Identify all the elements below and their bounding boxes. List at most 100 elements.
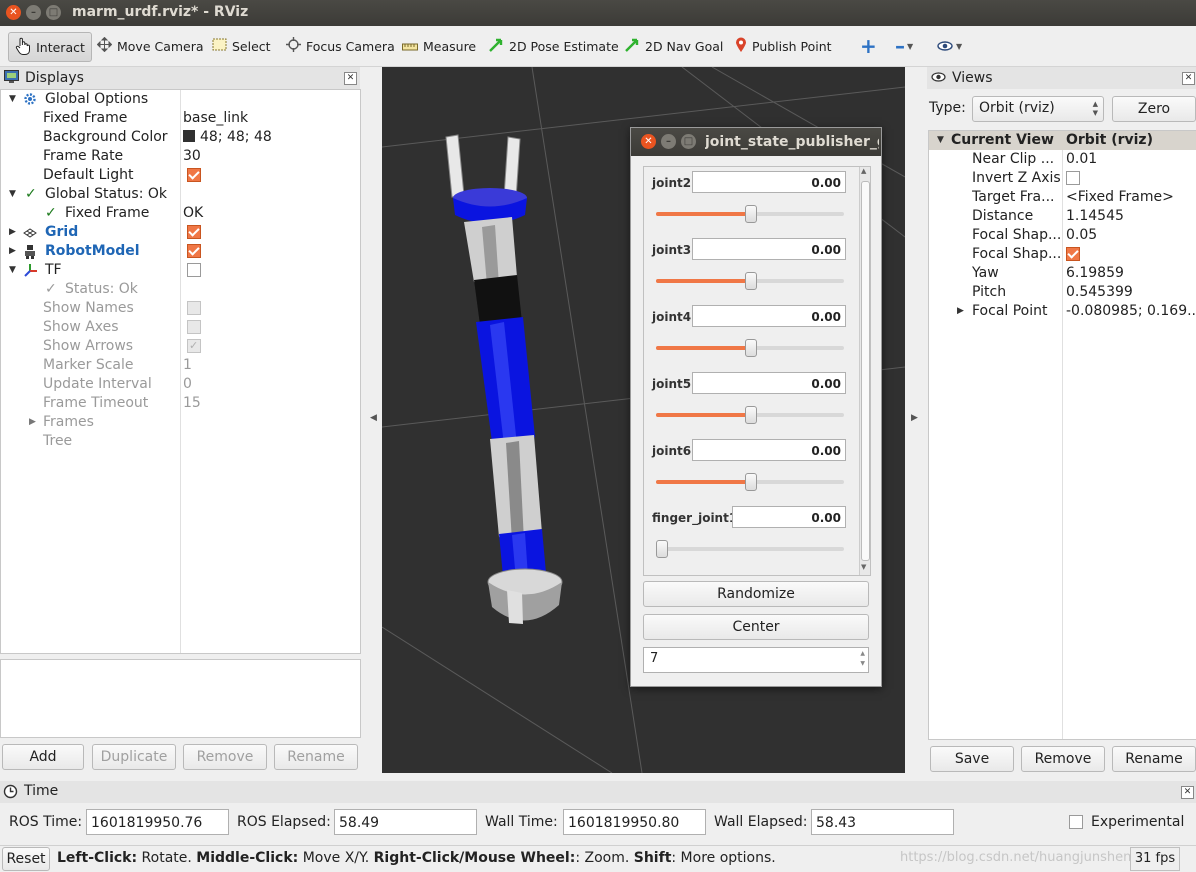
move-camera-tool-button[interactable]: Move Camera xyxy=(96,32,204,60)
interact-tool-button[interactable]: Interact xyxy=(8,32,92,62)
tree-row-global-options[interactable]: ▼ Global Options xyxy=(1,90,360,109)
expand-right-icon[interactable]: ▶ xyxy=(9,223,16,242)
joint-slider[interactable] xyxy=(656,406,844,424)
view-property-value[interactable]: <Fixed Frame> xyxy=(1066,188,1196,207)
view-property-value[interactable]: 1.14545 xyxy=(1066,207,1196,226)
expand-down-icon[interactable]: ▼ xyxy=(9,261,16,280)
tree-row-global-status[interactable]: ▼ ✓ Global Status: Ok xyxy=(1,185,360,204)
slider-handle[interactable] xyxy=(745,272,757,290)
tree-row-frames[interactable]: ▶ Frames xyxy=(1,413,360,432)
center-button[interactable]: Center xyxy=(643,614,869,640)
nav-goal-tool-button[interactable]: 2D Nav Goal xyxy=(625,32,723,60)
joint-value-field[interactable]: 0.00 xyxy=(692,305,846,327)
minimize-window-icon[interactable]: – xyxy=(26,5,41,20)
view-property-row[interactable]: Invert Z Axis xyxy=(929,169,1196,188)
joint-slider[interactable] xyxy=(656,473,844,491)
rename-view-button[interactable]: Rename xyxy=(1112,746,1196,772)
rename-display-button[interactable]: Rename xyxy=(274,744,358,770)
publish-point-tool-button[interactable]: Publish Point xyxy=(735,32,832,60)
robot-model-checkbox[interactable] xyxy=(187,244,201,258)
joint-slider[interactable] xyxy=(656,540,844,558)
tree-row-show-arrows[interactable]: Show Arrows ✓ xyxy=(1,337,360,356)
joint-slider[interactable] xyxy=(656,272,844,290)
experimental-checkbox[interactable] xyxy=(1069,815,1083,829)
scroll-thumb[interactable] xyxy=(861,181,870,561)
view-property-checkbox[interactable] xyxy=(1066,171,1080,185)
tree-row-tree[interactable]: Tree xyxy=(1,432,360,451)
joint-list-scrollbar[interactable]: ▲ ▼ xyxy=(859,167,870,575)
frame-rate-value[interactable]: 30 xyxy=(183,147,201,166)
collapse-right-icon[interactable]: ▶ xyxy=(911,413,918,423)
joint-slider[interactable] xyxy=(656,205,844,223)
remove-tool-button[interactable]: – ▼ xyxy=(895,32,913,60)
minimize-window-icon[interactable]: – xyxy=(661,134,676,149)
expand-down-icon[interactable]: ▼ xyxy=(9,185,16,204)
wall-time-field[interactable]: 1601819950.80 xyxy=(563,809,706,835)
joint-list[interactable]: joint2 0.00 joint3 0.00 joint4 0.00 joint5 0.00… xyxy=(643,166,871,576)
randomize-button[interactable]: Randomize xyxy=(643,581,869,607)
view-type-select[interactable]: Orbit (rviz) ▲ ▼ xyxy=(972,96,1104,122)
expand-right-icon[interactable]: ▶ xyxy=(29,413,36,432)
tree-row-tf[interactable]: ▼ TF xyxy=(1,261,360,280)
view-property-value[interactable]: 6.19859 xyxy=(1066,264,1196,283)
view-property-row[interactable]: Target Fra... <Fixed Frame> xyxy=(929,188,1196,207)
tree-row-frame-rate[interactable]: Frame Rate 30 xyxy=(1,147,360,166)
tf-checkbox[interactable] xyxy=(187,263,201,277)
tree-row-robot-model[interactable]: ▶ RobotModel xyxy=(1,242,360,261)
spin-arrows-icon[interactable]: ▲ ▼ xyxy=(860,649,865,669)
close-panel-icon[interactable]: ✕ xyxy=(1181,786,1194,799)
ros-elapsed-field[interactable]: 58.49 xyxy=(334,809,477,835)
close-window-icon[interactable]: ✕ xyxy=(641,134,656,149)
joint-slider[interactable] xyxy=(656,339,844,357)
view-property-row[interactable]: Near Clip ... 0.01 xyxy=(929,150,1196,169)
view-property-value[interactable]: 0.01 xyxy=(1066,150,1196,169)
ros-time-field[interactable]: 1601819950.76 xyxy=(86,809,229,835)
marker-scale-value[interactable]: 1 xyxy=(183,356,192,375)
close-window-icon[interactable]: ✕ xyxy=(6,5,21,20)
collapse-left-icon[interactable]: ◀ xyxy=(370,413,377,423)
maximize-window-icon[interactable]: □ xyxy=(681,134,696,149)
show-arrows-checkbox[interactable]: ✓ xyxy=(187,339,201,353)
joint-value-field[interactable]: 0.00 xyxy=(692,171,846,193)
grid-checkbox[interactable] xyxy=(187,225,201,239)
tree-row-tf-status[interactable]: ✓ Status: Ok xyxy=(1,280,360,299)
pose-estimate-tool-button[interactable]: 2D Pose Estimate xyxy=(489,32,619,60)
view-property-value[interactable] xyxy=(1066,169,1196,188)
maximize-window-icon[interactable]: □ xyxy=(46,5,61,20)
select-tool-button[interactable]: Select xyxy=(212,32,271,60)
show-axes-checkbox[interactable] xyxy=(187,320,201,334)
slider-handle[interactable] xyxy=(745,205,757,223)
add-tool-button[interactable]: + xyxy=(860,32,877,60)
tree-row-status-fixed-frame[interactable]: ✓ Fixed Frame OK xyxy=(1,204,360,223)
slider-handle[interactable] xyxy=(656,540,668,558)
tree-row-update-interval[interactable]: Update Interval 0 xyxy=(1,375,360,394)
view-property-row[interactable]: Distance 1.14545 xyxy=(929,207,1196,226)
view-property-row[interactable]: Yaw 6.19859 xyxy=(929,264,1196,283)
focus-camera-tool-button[interactable]: Focus Camera xyxy=(286,32,395,60)
scroll-up-icon[interactable]: ▲ xyxy=(861,167,866,175)
tree-row-marker-scale[interactable]: Marker Scale 1 xyxy=(1,356,360,375)
background-color-value[interactable]: 48; 48; 48 xyxy=(183,128,272,147)
expand-right-icon[interactable]: ▶ xyxy=(9,242,16,261)
slider-handle[interactable] xyxy=(745,473,757,491)
view-options-button[interactable]: ▼ xyxy=(937,32,962,60)
tree-row-fixed-frame[interactable]: Fixed Frame base_link xyxy=(1,109,360,128)
fixed-frame-value[interactable]: base_link xyxy=(183,109,248,128)
expand-down-icon[interactable]: ▼ xyxy=(9,90,16,109)
slider-handle[interactable] xyxy=(745,406,757,424)
measure-tool-button[interactable]: Measure xyxy=(402,32,476,60)
tree-row-grid[interactable]: ▶ Grid xyxy=(1,223,360,242)
wall-elapsed-field[interactable]: 58.43 xyxy=(811,809,954,835)
remove-display-button[interactable]: Remove xyxy=(183,744,267,770)
reset-button[interactable]: Reset xyxy=(2,847,50,871)
close-panel-icon[interactable]: ✕ xyxy=(344,72,357,85)
add-display-button[interactable]: Add xyxy=(2,744,84,770)
scroll-down-icon[interactable]: ▼ xyxy=(861,563,866,571)
joint-value-field[interactable]: 0.00 xyxy=(692,439,846,461)
view-property-value[interactable]: 0.05 xyxy=(1066,226,1196,245)
slider-handle[interactable] xyxy=(745,339,757,357)
current-view-header[interactable]: ▼ Current View Orbit (rviz) xyxy=(929,131,1196,150)
frame-timeout-value[interactable]: 15 xyxy=(183,394,201,413)
view-property-value[interactable]: 0.545399 xyxy=(1066,283,1196,302)
tree-row-show-axes[interactable]: Show Axes xyxy=(1,318,360,337)
